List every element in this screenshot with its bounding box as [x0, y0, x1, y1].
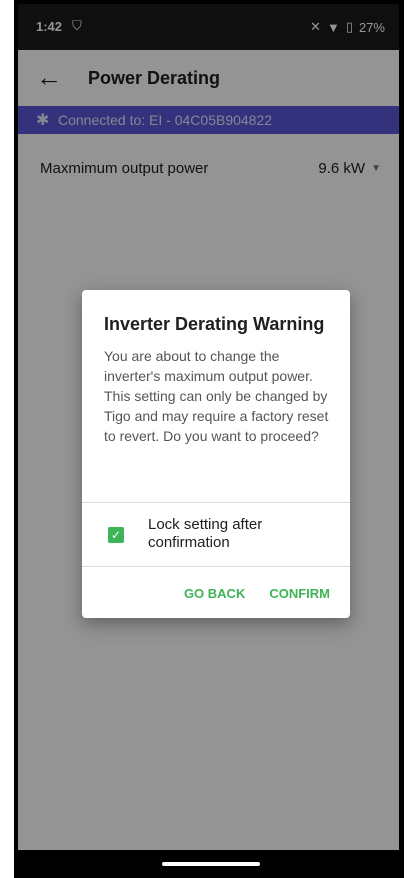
phone-frame: 1:42 ⛉ ✕ ▼ ▯ 27% ← Power Derating ✱ Conn… — [14, 0, 404, 878]
dialog-title: Inverter Derating Warning — [104, 314, 325, 334]
go-back-button[interactable]: GO BACK — [184, 586, 245, 601]
confirm-button[interactable]: CONFIRM — [269, 586, 330, 601]
dialog-actions: GO BACK CONFIRM — [184, 586, 330, 601]
dialog-message: You are about to change the inverter's m… — [104, 348, 329, 444]
navigation-bar — [14, 850, 404, 878]
home-gesture-handle[interactable] — [162, 862, 260, 866]
lock-setting-checkbox[interactable]: ✓ — [108, 527, 124, 543]
derating-warning-dialog: Inverter Derating Warning You are about … — [82, 290, 350, 618]
lock-setting-checkbox-row[interactable]: ✓ Lock setting after confirmation — [104, 516, 334, 556]
divider — [82, 566, 350, 567]
screen: 1:42 ⛉ ✕ ▼ ▯ 27% ← Power Derating ✱ Conn… — [18, 4, 399, 854]
lock-setting-label: Lock setting after confirmation — [148, 516, 263, 551]
divider — [82, 502, 350, 503]
